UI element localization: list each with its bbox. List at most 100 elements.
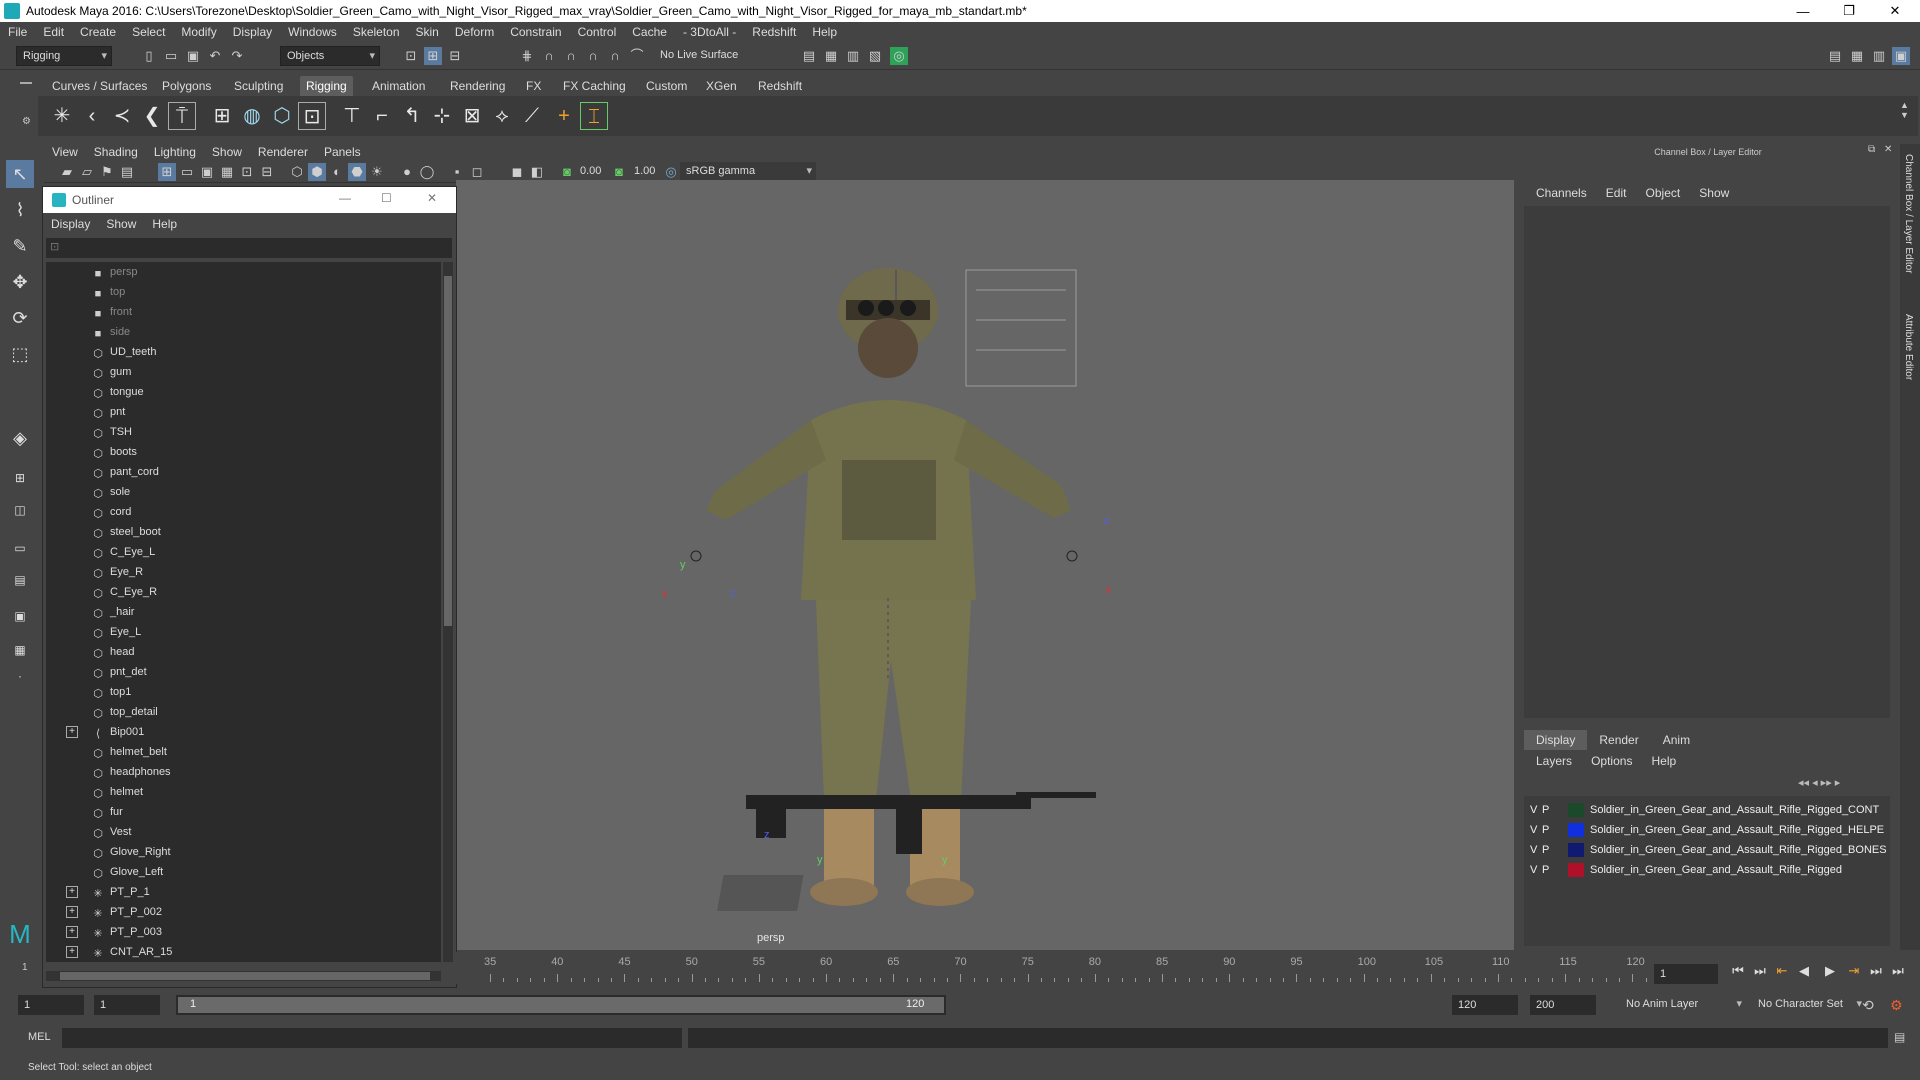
panel-menu-show[interactable]: Show (204, 145, 250, 159)
constraint-icon[interactable]: ⌶ (580, 102, 608, 130)
menu-skin[interactable]: Skin (408, 22, 447, 42)
shelf-tab-fx-caching[interactable]: FX Caching (557, 76, 632, 96)
image-plane-icon[interactable]: ▤ (118, 163, 136, 181)
scale-tool-icon[interactable]: ⬚ (6, 340, 34, 368)
select-object-icon[interactable]: ⊞ (424, 47, 442, 65)
hypershade-icon[interactable]: ◎ (890, 47, 908, 65)
ambient-occlusion-icon[interactable]: ◯ (418, 163, 436, 181)
range-start-field[interactable]: 1 (18, 995, 84, 1015)
shelf-tab-polygons[interactable]: Polygons (156, 76, 217, 96)
anim-layer-dropdown[interactable]: No Anim Layer (1620, 995, 1746, 1015)
panel-menu-shading[interactable]: Shading (86, 145, 146, 159)
single-view-icon[interactable]: ◈ (6, 424, 34, 452)
shelf-tab-animation[interactable]: Animation (366, 76, 431, 96)
play-backward-icon[interactable]: ◀ (1796, 963, 1812, 979)
channel-box-body[interactable] (1524, 206, 1890, 718)
new-scene-icon[interactable]: ▯ (140, 47, 158, 65)
channel-menu-edit[interactable]: Edit (1598, 186, 1635, 200)
safe-action-icon[interactable]: ⊟ (258, 163, 276, 181)
menu-constrain[interactable]: Constrain (502, 22, 569, 42)
render-view-icon[interactable]: ▤ (800, 47, 818, 65)
outliner-item[interactable]: ⬡ top_detail (46, 702, 441, 722)
tool-settings-toggle-icon[interactable]: ▥ (1870, 47, 1888, 65)
lasso-tool-icon[interactable]: ⌇ (6, 196, 34, 224)
layer-color-swatch[interactable] (1568, 803, 1584, 817)
outliner-item[interactable]: ⬡ C_Eye_L (46, 542, 441, 562)
go-to-end-icon[interactable]: ⏭ (1890, 963, 1906, 979)
outliner-item[interactable]: ⬡ boots (46, 442, 441, 462)
script-editor-icon[interactable]: ▤ (1894, 1030, 1905, 1044)
outliner-item[interactable]: + ✳ PT_P_002 (46, 902, 441, 922)
layer-visibility-toggle[interactable]: V (1530, 800, 1537, 820)
persp-outliner-icon[interactable]: ▭ (6, 534, 34, 562)
xray-joints-icon[interactable]: ◼ (508, 163, 526, 181)
panel-menu-view[interactable]: View (44, 145, 86, 159)
render-settings-icon[interactable]: ▧ (866, 47, 884, 65)
make-live-icon[interactable]: ⌒ (628, 47, 646, 65)
outliner-minimize-button[interactable]: — (339, 191, 351, 205)
field-chart-icon[interactable]: ⊡ (238, 163, 256, 181)
backface-icon[interactable]: ◧ (528, 163, 546, 181)
menu-control[interactable]: Control (570, 22, 625, 42)
side-tab-attribute-editor[interactable]: Attribute Editor (1903, 314, 1914, 380)
outliner-vertical-scrollbar[interactable] (443, 262, 453, 962)
layer-menu-layers[interactable]: Layers (1528, 754, 1580, 768)
layer-color-swatch[interactable] (1568, 823, 1584, 837)
menu-help[interactable]: Help (804, 22, 845, 42)
menu-edit[interactable]: Edit (35, 22, 72, 42)
outliner-item[interactable]: ⬡ sole (46, 482, 441, 502)
color-space-dropdown[interactable]: sRGB gamma (680, 162, 816, 182)
step-back-frame-icon[interactable]: ⇤ (1774, 963, 1790, 979)
snap-curve-icon[interactable]: ∩ (540, 47, 558, 65)
channel-menu-channels[interactable]: Channels (1528, 186, 1595, 200)
panel-menu-panels[interactable]: Panels (316, 145, 369, 159)
outliner-item[interactable]: ⬡ fur (46, 802, 441, 822)
outliner-item[interactable]: ⬡ Eye_L (46, 622, 441, 642)
redo-icon[interactable]: ↷ (228, 47, 246, 65)
hik-icon[interactable]: ⊡ (298, 102, 326, 130)
selection-mode-dropdown[interactable]: Objects (280, 46, 380, 66)
shelf-tab-curves-surfaces[interactable]: Curves / Surfaces (46, 76, 153, 96)
camera-attrs-icon[interactable]: ▱ (78, 163, 96, 181)
layer-move-up-icon[interactable]: ◂◂ ◂ ▸▸ ▸ (1798, 776, 1840, 789)
outliner-item[interactable]: ⬡ top1 (46, 682, 441, 702)
custom-layout-icon[interactable]: ▦ (6, 636, 34, 664)
outliner-item[interactable]: + ✳ PT_P_003 (46, 922, 441, 942)
outliner-item[interactable]: ⬡ pnt (46, 402, 441, 422)
menu-select[interactable]: Select (124, 22, 173, 42)
exposure-icon[interactable]: ◙ (558, 163, 576, 181)
ipr-render-icon[interactable]: ▥ (844, 47, 862, 65)
wireframe-icon[interactable]: ⬡ (288, 163, 306, 181)
auto-key-icon[interactable]: ⟲ (1862, 997, 1874, 1014)
character-set-dropdown[interactable]: No Character Set (1752, 995, 1866, 1015)
outliner-item[interactable]: + ⟨ Bip001 (46, 722, 441, 742)
go-to-start-icon[interactable]: ⏮ (1730, 963, 1746, 979)
outliner-item[interactable]: ⬡ helmet_belt (46, 742, 441, 762)
menu-3dtoall[interactable]: - 3DtoAll - (675, 22, 744, 42)
snap-view-icon[interactable]: ∩ (584, 47, 602, 65)
shelf-tab-redshift[interactable]: Redshift (752, 76, 808, 96)
outliner-item[interactable]: ■ top (46, 282, 441, 302)
layer-tab-anim[interactable]: Anim (1651, 730, 1702, 750)
layer-color-swatch[interactable] (1568, 863, 1584, 877)
exposure-value[interactable]: 0.00 (580, 165, 601, 177)
shelf-tab-sculpting[interactable]: Sculpting (228, 76, 289, 96)
playback-start-field[interactable]: 1 (94, 995, 160, 1015)
maximize-button[interactable]: ❐ (1826, 0, 1872, 22)
outliner-item[interactable]: ⬡ head (46, 642, 441, 662)
outliner-item[interactable]: ⬡ tongue (46, 382, 441, 402)
outliner-item[interactable]: ⬡ pnt_det (46, 662, 441, 682)
shelf-tab-fx[interactable]: FX (520, 76, 547, 96)
layer-visibility-toggle[interactable]: V (1530, 820, 1537, 840)
animation-end-field[interactable]: 200 (1530, 995, 1596, 1015)
outliner-item[interactable]: ⬡ Vest (46, 822, 441, 842)
close-button[interactable]: ✕ (1872, 0, 1918, 22)
minimize-button[interactable]: — (1780, 0, 1826, 22)
camera-icon[interactable]: ▰ (58, 163, 76, 181)
mirror-joint-icon[interactable]: ≺ (108, 102, 136, 130)
menu-set-dropdown[interactable]: Rigging (16, 46, 112, 66)
ik-curve-icon[interactable]: ↰ (398, 102, 426, 130)
outliner-item[interactable]: ⬡ helmet (46, 782, 441, 802)
range-slider-bar[interactable]: 1 120 (176, 995, 946, 1015)
panel-menu-renderer[interactable]: Renderer (250, 145, 316, 159)
